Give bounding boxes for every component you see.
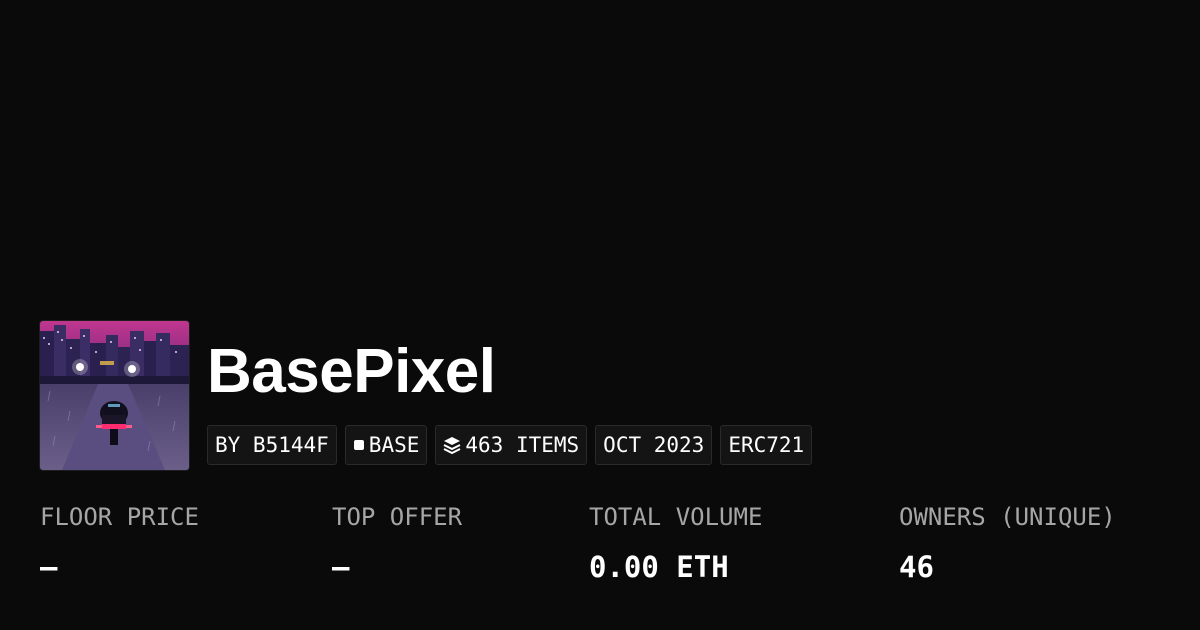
stat-owners: OWNERS (UNIQUE) 46 — [899, 505, 1116, 582]
owners-value: 46 — [899, 550, 934, 584]
collection-tags: BY B5144F BASE 463 ITEMS OCT 2023 ERC721 — [207, 425, 813, 465]
standard-label: ERC721 — [728, 433, 805, 457]
layers-icon — [443, 436, 461, 454]
collection-stats: FLOOR PRICE – TOP OFFER – TOTAL VOLUME 0… — [0, 505, 1200, 605]
stat-total-volume: TOTAL VOLUME 0.00 ETH — [589, 505, 762, 582]
creator-tag[interactable]: BY B5144F — [207, 425, 337, 465]
owners-label: OWNERS (UNIQUE) — [899, 503, 1116, 531]
collection-title: BasePixel — [207, 337, 496, 406]
date-tag: OCT 2023 — [595, 425, 713, 465]
chain-label: BASE — [368, 433, 420, 457]
items-tag[interactable]: 463 ITEMS — [435, 425, 588, 465]
floor-price-label: FLOOR PRICE — [40, 503, 199, 531]
square-icon — [353, 439, 365, 451]
collection-info: BasePixel BY B5144F BASE 463 ITEMS OCT 2… — [207, 321, 813, 465]
chain-tag[interactable]: BASE — [344, 425, 428, 465]
collection-header: BasePixel BY B5144F BASE 463 ITEMS OCT 2… — [40, 321, 813, 470]
floor-price-value: – — [40, 550, 58, 584]
total-volume-value: 0.00 ETH — [589, 550, 729, 584]
creator-label: BY B5144F — [215, 433, 329, 457]
stat-top-offer: TOP OFFER – — [332, 505, 462, 582]
top-offer-label: TOP OFFER — [332, 503, 463, 531]
standard-tag: ERC721 — [720, 425, 813, 465]
collection-image — [40, 321, 189, 470]
top-offer-value: – — [332, 550, 350, 584]
pixel-art-motorcycle-city-icon — [40, 321, 189, 470]
stat-floor-price: FLOOR PRICE – — [40, 505, 199, 582]
date-label: OCT 2023 — [603, 433, 705, 457]
items-label: 463 ITEMS — [465, 433, 580, 457]
total-volume-label: TOTAL VOLUME — [589, 503, 763, 531]
